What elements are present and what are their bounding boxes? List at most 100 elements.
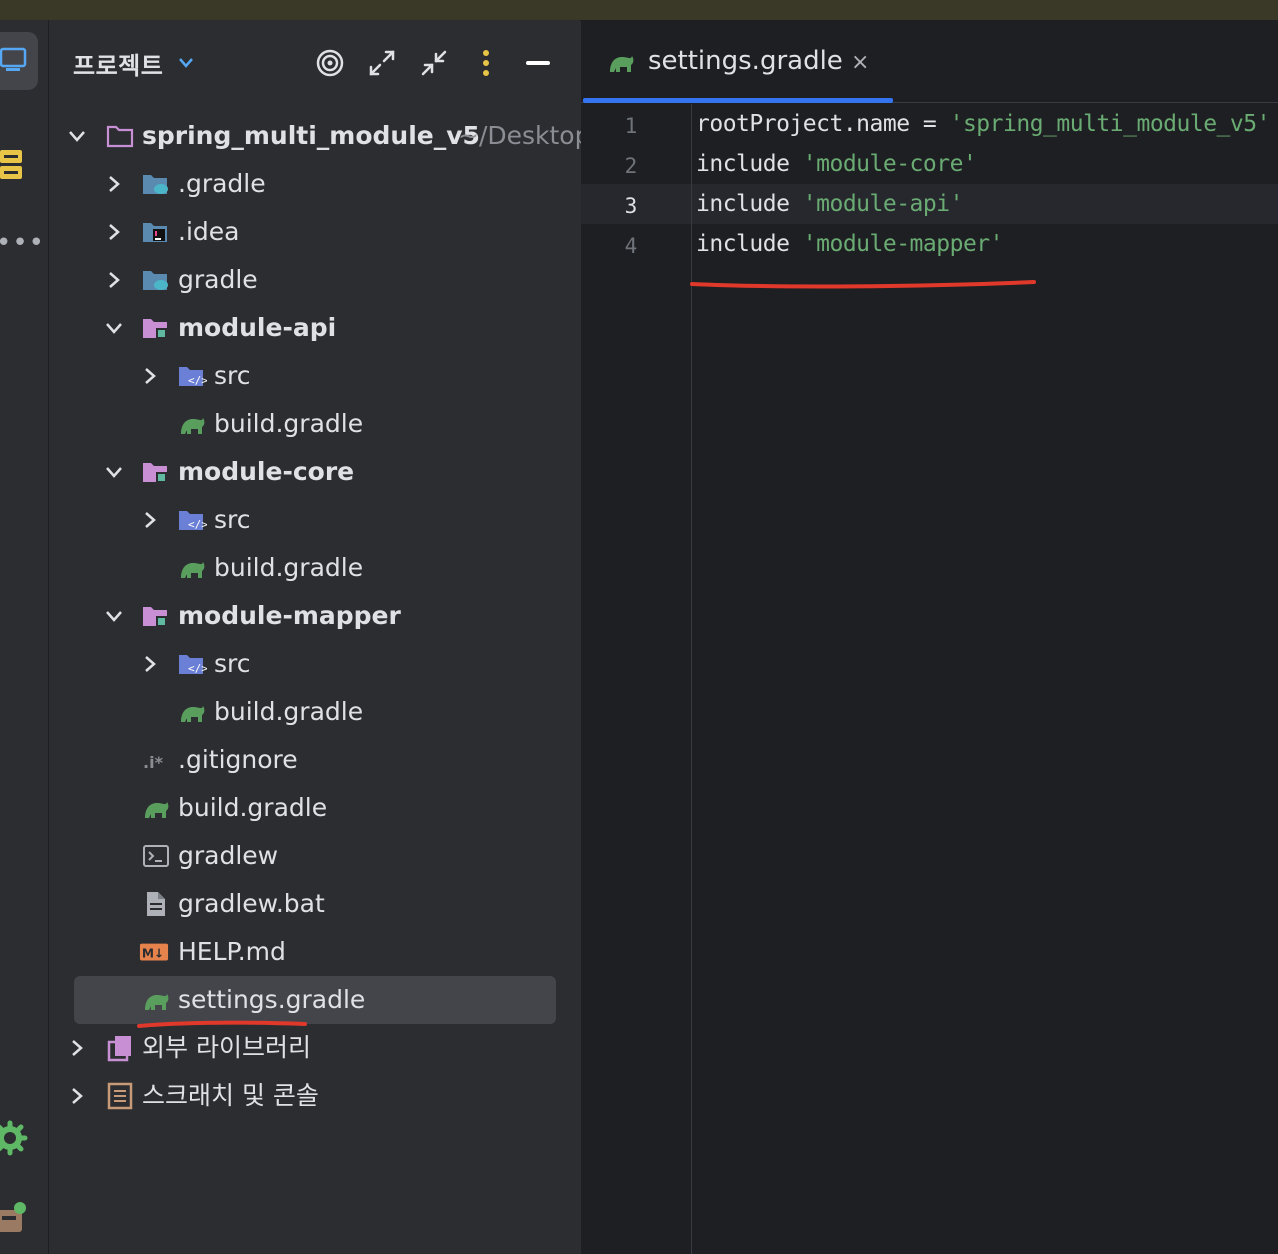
tree-item-label: module-core — [178, 457, 355, 486]
code-line[interactable]: include 'module-mapper' — [696, 231, 1004, 257]
panel-title[interactable]: 프로젝트 — [73, 46, 163, 81]
tree-item-build-gradle[interactable]: build.gradle — [49, 688, 580, 736]
project-tool-button[interactable] — [0, 32, 38, 90]
expand-all-button[interactable] — [367, 48, 397, 78]
tree-item-label: .gradle — [178, 169, 266, 198]
tree-item-src[interactable]: </> src — [49, 640, 580, 688]
tree-item-build-gradle[interactable]: build.gradle — [49, 544, 580, 592]
more-tools-icon[interactable]: ••• — [0, 228, 45, 258]
structure-icon[interactable] — [0, 148, 24, 182]
source-folder-icon: </> — [179, 367, 207, 387]
locate-file-button[interactable] — [315, 48, 345, 78]
tree-item-settings-gradle[interactable]: settings.gradle — [49, 976, 580, 1024]
gradle-file-icon — [181, 562, 205, 578]
services-icon[interactable] — [0, 1196, 30, 1236]
tree-item-label: build.gradle — [214, 697, 364, 726]
collapse-icon — [421, 50, 447, 76]
tree-item-label: build.gradle — [178, 793, 328, 822]
gradle-file-icon — [610, 56, 634, 72]
svg-text:</>: </> — [188, 518, 207, 531]
chevron-right-icon[interactable] — [67, 1086, 87, 1106]
gradle-folder-icon — [143, 271, 168, 290]
tree-item-gradle[interactable]: gradle — [49, 256, 580, 304]
chevron-right-icon[interactable] — [67, 1038, 87, 1058]
line-number: 1 — [624, 114, 638, 138]
gradle-file-icon — [145, 994, 169, 1010]
root-path-hint: ~/Desktop — [458, 121, 591, 150]
code-line[interactable]: include 'module-api' — [696, 191, 963, 217]
chevron-down-icon[interactable] — [104, 318, 124, 338]
tree-item-label: module-mapper — [178, 601, 401, 630]
chevron-down-icon[interactable] — [177, 56, 195, 70]
tree-item-dot-gradle[interactable]: .gradle — [49, 160, 580, 208]
folder-icon — [106, 125, 134, 148]
tree-root[interactable]: spring_multi_module_v5 ~/Desktop — [49, 112, 590, 160]
kebab-menu-icon — [483, 50, 489, 76]
code-line[interactable]: rootProject.name = 'spring_multi_module_… — [696, 111, 1270, 137]
tree-item-label: src — [214, 505, 251, 534]
chevron-right-icon[interactable] — [104, 174, 124, 194]
tree-item-label: src — [214, 361, 251, 390]
tree-item-module-mapper[interactable]: module-mapper — [49, 592, 580, 640]
settings-gear-icon[interactable] — [0, 1120, 28, 1156]
source-folder-icon: </> — [179, 655, 207, 675]
chevron-down-icon[interactable] — [104, 606, 124, 626]
gradle-file-icon — [145, 802, 169, 818]
tab-label: settings.gradle — [648, 46, 843, 76]
code-keyword: include — [696, 151, 803, 177]
code-string: 'module-api' — [802, 191, 964, 217]
tree-item-label: HELP.md — [178, 937, 286, 966]
active-tab-indicator — [583, 98, 893, 103]
chevron-right-icon[interactable] — [140, 510, 160, 530]
collapse-all-button[interactable] — [419, 48, 449, 78]
tree-item-label: gradlew.bat — [178, 889, 325, 918]
tree-item-src[interactable]: </> src — [49, 352, 580, 400]
chevron-down-icon[interactable] — [67, 126, 87, 146]
line-number: 4 — [624, 234, 638, 258]
library-icon — [107, 1036, 131, 1062]
hide-panel-button[interactable] — [523, 48, 553, 78]
chevron-right-icon[interactable] — [140, 654, 160, 674]
tree-item-module-core[interactable]: module-core — [49, 448, 580, 496]
target-icon — [316, 49, 344, 77]
tree-item-scratches[interactable]: 스크래치 및 콘솔 — [49, 1072, 580, 1120]
root-label: spring_multi_module_v5 — [142, 121, 480, 150]
tree-item-build-gradle[interactable]: build.gradle — [49, 784, 580, 832]
module-folder-icon — [143, 463, 167, 483]
tree-item-module-api[interactable]: module-api — [49, 304, 580, 352]
svg-text:.i*: .i* — [143, 753, 164, 772]
tree-item-external-libraries[interactable]: 외부 라이브러리 — [49, 1024, 580, 1072]
chevron-right-icon[interactable] — [104, 222, 124, 242]
code-keyword: include — [696, 191, 803, 217]
tree-item-label: .idea — [178, 217, 240, 246]
tree-item-src[interactable]: </> src — [49, 496, 580, 544]
tree-item-idea[interactable]: .idea — [49, 208, 580, 256]
chevron-right-icon[interactable] — [104, 270, 124, 290]
code-line[interactable]: include 'module-core' — [696, 151, 977, 177]
gradle-file-icon — [181, 706, 205, 722]
tree-item-label: build.gradle — [214, 409, 364, 438]
markdown-file-icon: M↓ — [139, 943, 169, 961]
editor-area: settings.gradle × 1 2 3 4 rootProject.na… — [581, 20, 1278, 1254]
tree-item-label: 스크래치 및 콘솔 — [142, 1081, 319, 1110]
code-string: 'module-core' — [802, 151, 977, 177]
tree-item-gradlew-bat[interactable]: gradlew.bat — [49, 880, 580, 928]
gradle-file-icon — [181, 418, 205, 434]
tree-item-help-md[interactable]: M↓ HELP.md — [49, 928, 580, 976]
tree-item-label: gradlew — [178, 841, 279, 870]
chevron-down-icon[interactable] — [104, 462, 124, 482]
close-icon[interactable]: × — [851, 50, 869, 75]
line-number: 3 — [624, 194, 638, 218]
tree-item-gitignore[interactable]: .i* .gitignore — [49, 736, 580, 784]
svg-text:</>: </> — [188, 374, 207, 387]
window-top-strip — [0, 0, 1278, 21]
options-button[interactable] — [471, 48, 501, 78]
text-file-icon — [147, 892, 165, 916]
tree-item-gradlew[interactable]: gradlew — [49, 832, 580, 880]
tree-item-build-gradle[interactable]: build.gradle — [49, 400, 580, 448]
project-panel-header: 프로젝트 — [49, 20, 580, 104]
tree-item-label: src — [214, 649, 251, 678]
chevron-right-icon[interactable] — [140, 366, 160, 386]
tree-item-label: module-api — [178, 313, 337, 342]
tab-settings-gradle[interactable]: settings.gradle × — [581, 20, 893, 103]
